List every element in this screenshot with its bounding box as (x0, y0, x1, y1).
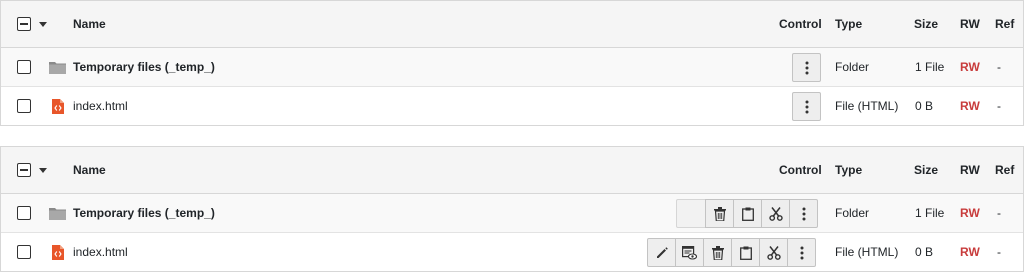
row-checkbox[interactable] (17, 48, 31, 86)
delete-icon[interactable] (703, 238, 732, 267)
html-file-icon (52, 87, 64, 125)
more-icon[interactable] (789, 199, 818, 228)
column-header-ref[interactable]: Ref (995, 147, 1014, 193)
html-file-icon (52, 233, 64, 271)
row-permissions: RW (960, 245, 980, 259)
row-permissions: RW (960, 206, 980, 220)
table-row[interactable]: Temporary files (_temp_) Folder 1 File R… (1, 194, 1023, 233)
row-controls (792, 92, 821, 121)
row-controls (676, 199, 818, 228)
row-size: 1 File (915, 206, 945, 220)
row-name[interactable]: index.html (73, 87, 128, 125)
row-name[interactable]: index.html (73, 233, 128, 271)
paste-icon[interactable] (733, 199, 762, 228)
row-controls (647, 238, 816, 267)
more-icon[interactable] (792, 53, 821, 82)
row-size: 0 B (915, 99, 934, 113)
folder-icon (49, 48, 66, 86)
select-all-checkbox[interactable] (17, 147, 31, 193)
table-row[interactable]: Temporary files (_temp_) Folder 1 File R… (1, 48, 1023, 87)
row-references: - (997, 60, 1001, 74)
row-type: File (HTML) (835, 245, 899, 259)
file-list-table: Name Control Type Size RW Ref Temporary … (0, 146, 1024, 272)
delete-icon[interactable] (705, 199, 734, 228)
row-checkbox[interactable] (17, 233, 31, 271)
table-header: Name Control Type Size RW Ref (1, 1, 1023, 48)
column-header-name[interactable]: Name (73, 147, 106, 193)
row-type: Folder (835, 206, 870, 220)
folder-icon (49, 194, 66, 232)
edit-icon[interactable] (647, 238, 676, 267)
column-header-control: Control (779, 17, 822, 31)
empty-action-slot (676, 199, 706, 228)
column-header-size[interactable]: Size (914, 1, 938, 47)
row-size: 0 B (915, 245, 934, 259)
row-permissions: RW (960, 60, 980, 74)
row-references: - (997, 206, 1001, 220)
column-header-rw[interactable]: RW (960, 147, 980, 193)
select-all-checkbox[interactable] (17, 1, 31, 47)
selection-menu-caret[interactable] (39, 147, 47, 193)
file-list-table: Name Control Type Size RW Ref Temporary … (0, 0, 1024, 126)
column-header-type[interactable]: Type (835, 1, 862, 47)
row-name[interactable]: Temporary files (_temp_) (73, 194, 215, 232)
column-header-rw[interactable]: RW (960, 1, 980, 47)
table-row[interactable]: index.html File (HTML) 0 B RW - (1, 87, 1023, 125)
view-icon[interactable] (675, 238, 704, 267)
paste-icon[interactable] (731, 238, 760, 267)
more-icon[interactable] (787, 238, 816, 267)
selection-menu-caret[interactable] (39, 1, 47, 47)
column-header-type[interactable]: Type (835, 147, 862, 193)
row-checkbox[interactable] (17, 194, 31, 232)
cut-icon[interactable] (761, 199, 790, 228)
table-row[interactable]: index.html File (HTML) 0 B RW - (1, 233, 1023, 271)
column-header-name[interactable]: Name (73, 1, 106, 47)
row-checkbox[interactable] (17, 87, 31, 125)
row-permissions: RW (960, 99, 980, 113)
row-type: Folder (835, 60, 870, 74)
column-header-control: Control (779, 163, 822, 177)
row-references: - (997, 245, 1001, 259)
row-type: File (HTML) (835, 99, 899, 113)
row-controls (792, 53, 821, 82)
cut-icon[interactable] (759, 238, 788, 267)
column-header-size[interactable]: Size (914, 147, 938, 193)
more-icon[interactable] (792, 92, 821, 121)
row-name[interactable]: Temporary files (_temp_) (73, 48, 215, 86)
row-references: - (997, 99, 1001, 113)
row-size: 1 File (915, 60, 945, 74)
column-header-ref[interactable]: Ref (995, 1, 1014, 47)
table-header: Name Control Type Size RW Ref (1, 147, 1023, 194)
